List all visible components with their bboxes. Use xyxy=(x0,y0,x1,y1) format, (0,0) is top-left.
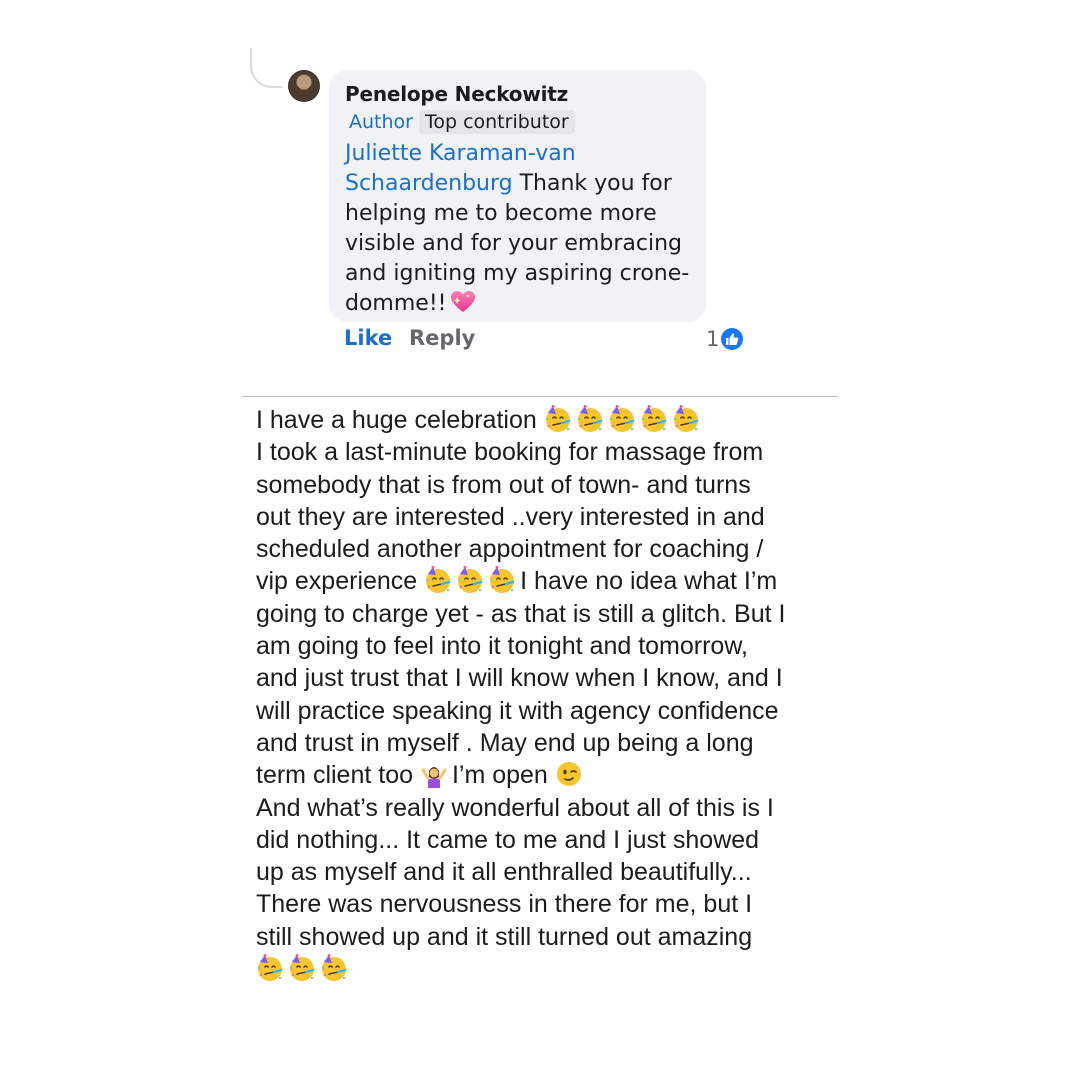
post-line: I took a last-minute booking for massage… xyxy=(256,436,836,468)
partying-face-icon xyxy=(256,954,284,982)
post-text: I have a huge celebration I took a last-… xyxy=(256,404,836,985)
comment-author-name[interactable]: Penelope Neckowitz xyxy=(345,82,690,106)
post-line-text: will practice speaking it with agency co… xyxy=(256,696,779,725)
post-line: up as myself and it all enthralled beaut… xyxy=(256,856,836,888)
post-line-text: There was nervousness in there for me, b… xyxy=(256,890,753,919)
post-line-text: out they are interested ..very intereste… xyxy=(256,502,765,531)
divider xyxy=(242,396,838,397)
post-line: scheduled another appointment for coachi… xyxy=(256,533,836,565)
partying-face-icon xyxy=(608,405,636,433)
post-line xyxy=(256,953,836,985)
post-line-text: I’m open xyxy=(451,761,555,790)
comment-line: and igniting my aspiring crone- xyxy=(345,261,690,286)
post-line-text: vip experience xyxy=(256,567,425,596)
winking-face-icon xyxy=(555,760,583,788)
post-line: did nothing... It came to me and I just … xyxy=(256,824,836,856)
post-line: still showed up and it still turned out … xyxy=(256,921,836,953)
comment-line-text: domme!! xyxy=(345,291,447,316)
reply-button[interactable]: Reply xyxy=(409,326,475,350)
sparkling-heart-icon xyxy=(450,290,476,314)
like-thumbs-up-icon xyxy=(721,328,744,350)
post-line-text: I have no idea what I’m xyxy=(520,567,778,596)
post-line-text: term client too xyxy=(256,761,420,790)
woman-raising-hands-icon xyxy=(420,760,448,789)
post-line: term client too I’m open xyxy=(256,759,836,791)
comment-line: Schaardenburg Thank you for xyxy=(345,169,690,199)
post-line: and just trust that I will know when I k… xyxy=(256,662,836,694)
post-line: out they are interested ..very intereste… xyxy=(256,501,836,533)
partying-face-icon xyxy=(488,566,516,594)
post-line-text: and just trust that I will know when I k… xyxy=(256,664,783,693)
comment-line: domme!! xyxy=(345,289,690,319)
post-line: I have a huge celebration xyxy=(256,404,836,436)
post-line: and trust in myself . May end up being a… xyxy=(256,727,836,759)
post-line-text: am going to feel into it tonight and tom… xyxy=(256,632,748,661)
mention-link[interactable]: Schaardenburg xyxy=(345,171,513,196)
comment-line-text: Thank you for xyxy=(512,171,672,196)
partying-face-icon xyxy=(576,405,604,433)
reaction-summary[interactable]: 1 xyxy=(706,327,744,351)
reaction-count: 1 xyxy=(706,327,720,351)
post-line-text: somebody that is from out of town- and t… xyxy=(256,470,751,499)
comment-line: Juliette Karaman-van xyxy=(345,139,690,169)
comment-text: Juliette Karaman-van Schaardenburg Thank… xyxy=(345,139,690,319)
post-line: will practice speaking it with agency co… xyxy=(256,695,836,727)
partying-face-icon xyxy=(320,954,348,982)
partying-face-icon xyxy=(672,405,700,433)
comment-line: helping me to become more xyxy=(345,201,657,226)
post-line-text: going to charge yet - as that is still a… xyxy=(256,599,786,628)
like-button[interactable]: Like xyxy=(344,326,392,350)
partying-face-icon xyxy=(424,566,452,594)
comment-actions: Like Reply 1 xyxy=(344,326,744,356)
partying-face-icon xyxy=(640,405,668,433)
post-line-text: and trust in myself . May end up being a… xyxy=(256,728,754,757)
post-line: vip experience I have no idea what I’m xyxy=(256,565,836,597)
reply-thread-line xyxy=(250,48,282,88)
avatar[interactable] xyxy=(288,70,320,102)
post-line-text: did nothing... It came to me and I just … xyxy=(256,825,760,854)
post-line: going to charge yet - as that is still a… xyxy=(256,598,836,630)
post-line-text: I took a last-minute booking for massage… xyxy=(256,438,764,467)
post-line: And what’s really wonderful about all of… xyxy=(256,792,836,824)
post-line: am going to feel into it tonight and tom… xyxy=(256,630,836,662)
post-line-text: I have a huge celebration xyxy=(256,406,544,434)
partying-face-icon xyxy=(544,405,572,433)
post-line: There was nervousness in there for me, b… xyxy=(256,888,836,920)
top-contributor-badge: Top contributor xyxy=(418,110,575,134)
post-line-text: And what’s really wonderful about all of… xyxy=(256,793,774,822)
post-line: somebody that is from out of town- and t… xyxy=(256,469,836,501)
mention-link[interactable]: Juliette Karaman-van xyxy=(345,141,576,166)
partying-face-icon xyxy=(456,566,484,594)
comment-line: visible and for your embracing xyxy=(345,231,682,256)
author-badge: Author xyxy=(349,111,413,133)
post-line-text: scheduled another appointment for coachi… xyxy=(256,535,764,564)
author-badges: Author Top contributor xyxy=(345,109,690,135)
comment-bubble: Penelope Neckowitz Author Top contributo… xyxy=(329,70,706,322)
post-line-text: still showed up and it still turned out … xyxy=(256,922,753,951)
post-line-text: up as myself and it all enthralled beaut… xyxy=(256,858,752,887)
screenshot-page: Penelope Neckowitz Author Top contributo… xyxy=(0,0,1080,1080)
partying-face-icon xyxy=(288,954,316,982)
